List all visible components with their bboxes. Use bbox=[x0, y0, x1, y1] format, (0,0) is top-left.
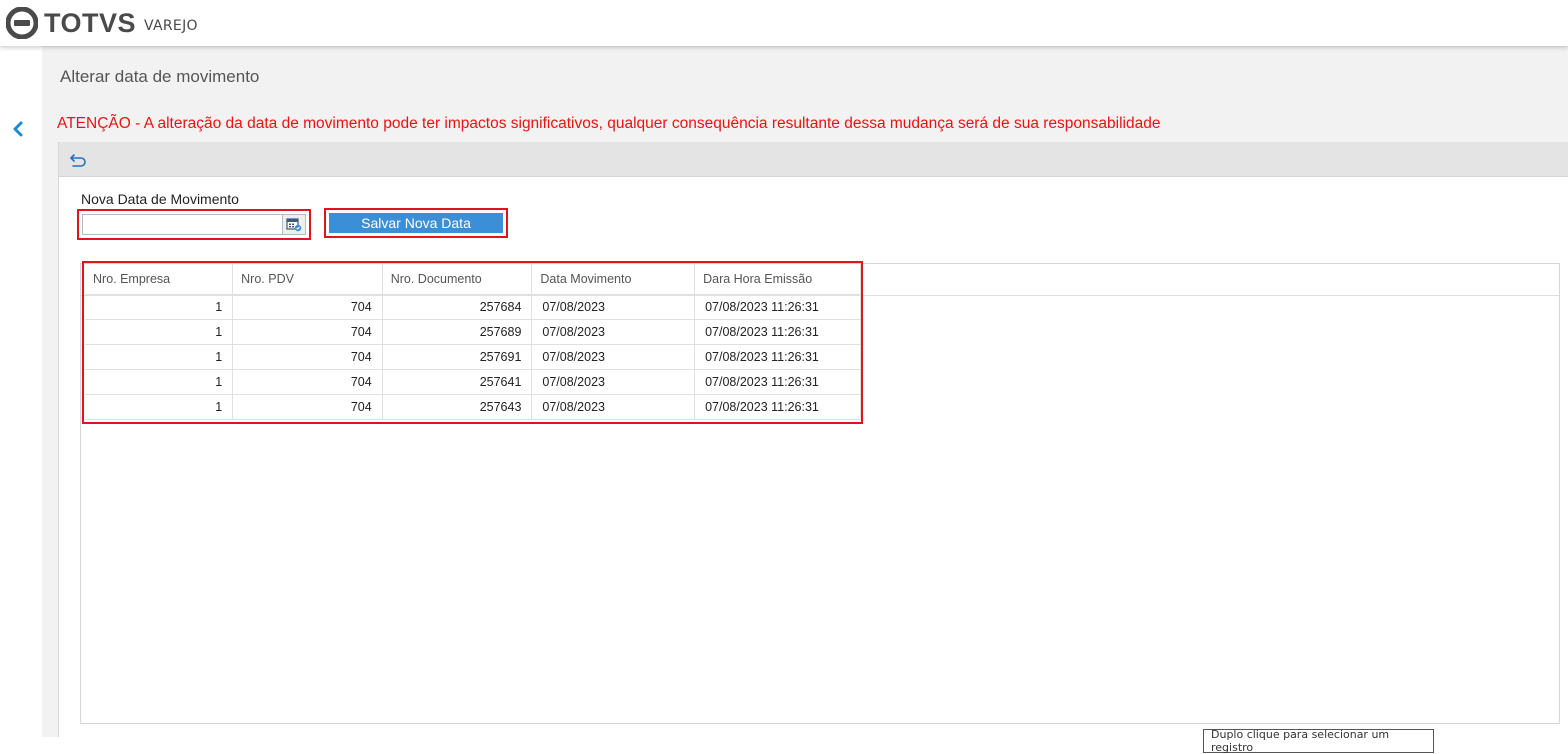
cell-documento: 257643 bbox=[382, 394, 533, 420]
form-panel: Nova Data de Movimento Salvar Nova Data bbox=[58, 142, 1568, 754]
table-highlight: Nro. Empresa Nro. PDV Nro. Documento Dat… bbox=[82, 261, 863, 424]
cell-data-movimento: 07/08/2023 bbox=[531, 344, 696, 370]
totvs-logo[interactable]: TOTVS VAREJO bbox=[6, 7, 198, 39]
column-header-pdv[interactable]: Nro. PDV bbox=[232, 264, 383, 295]
cell-pdv: 704 bbox=[232, 294, 383, 320]
cell-documento: 257684 bbox=[382, 294, 533, 320]
chevron-left-icon[interactable] bbox=[9, 119, 27, 139]
column-header-documento[interactable]: Nro. Documento bbox=[382, 264, 533, 295]
date-field-label: Nova Data de Movimento bbox=[81, 191, 239, 207]
table-row[interactable]: 1 704 257641 07/08/2023 07/08/2023 11:26… bbox=[85, 369, 861, 395]
calendar-icon bbox=[286, 218, 302, 232]
cell-data-movimento: 07/08/2023 bbox=[531, 369, 696, 395]
cell-pdv: 704 bbox=[232, 369, 383, 395]
cell-empresa: 1 bbox=[85, 369, 234, 395]
cell-data-hora-emissao: 07/08/2023 11:26:31 bbox=[694, 319, 861, 345]
cell-data-movimento: 07/08/2023 bbox=[531, 294, 696, 320]
panel-toolbar bbox=[59, 142, 1568, 177]
cell-empresa: 1 bbox=[85, 344, 234, 370]
table-row[interactable]: 1 704 257691 07/08/2023 07/08/2023 11:26… bbox=[85, 344, 861, 370]
table-row[interactable]: 1 704 257643 07/08/2023 07/08/2023 11:26… bbox=[85, 394, 861, 420]
cell-data-hora-emissao: 07/08/2023 11:26:31 bbox=[694, 294, 861, 320]
cell-empresa: 1 bbox=[85, 394, 234, 420]
documents-grid: Nro. Empresa Nro. PDV Nro. Documento Dat… bbox=[80, 261, 1560, 754]
column-header-data-hora-emissao[interactable]: Dara Hora Emissão bbox=[694, 264, 861, 295]
product-name: VAREJO bbox=[144, 18, 198, 34]
cell-data-hora-emissao: 07/08/2023 11:26:31 bbox=[694, 394, 861, 420]
table-row[interactable]: 1 704 257689 07/08/2023 07/08/2023 11:26… bbox=[85, 319, 861, 345]
calendar-button[interactable] bbox=[282, 214, 306, 235]
main-content: Alterar data de movimento ATENÇÃO - A al… bbox=[42, 46, 1568, 754]
grid-tooltip: Duplo clique para selecionar um registro bbox=[1203, 728, 1434, 754]
cell-data-hora-emissao: 07/08/2023 11:26:31 bbox=[694, 369, 861, 395]
cell-pdv: 704 bbox=[232, 319, 383, 345]
column-header-empresa[interactable]: Nro. Empresa bbox=[85, 264, 234, 295]
undo-icon[interactable] bbox=[69, 152, 87, 168]
save-button-highlight: Salvar Nova Data bbox=[324, 208, 508, 238]
cell-pdv: 704 bbox=[232, 344, 383, 370]
cell-documento: 257641 bbox=[382, 369, 533, 395]
cell-documento: 257691 bbox=[382, 344, 533, 370]
totvs-logo-icon bbox=[6, 7, 38, 39]
table-row[interactable]: 1 704 257684 07/08/2023 07/08/2023 11:26… bbox=[85, 294, 861, 320]
left-sidebar bbox=[0, 46, 42, 737]
cell-empresa: 1 bbox=[85, 319, 234, 345]
brand-name: TOTVS bbox=[44, 7, 137, 38]
cell-data-movimento: 07/08/2023 bbox=[531, 319, 696, 345]
cell-pdv: 704 bbox=[232, 394, 383, 420]
column-header-data-movimento[interactable]: Data Movimento bbox=[531, 264, 696, 295]
cell-data-movimento: 07/08/2023 bbox=[531, 394, 696, 420]
app-header: TOTVS VAREJO bbox=[0, 0, 1568, 46]
documents-table: Nro. Empresa Nro. PDV Nro. Documento Dat… bbox=[85, 264, 861, 420]
cell-empresa: 1 bbox=[85, 294, 234, 320]
warning-message: ATENÇÃO - A alteração da data de movimen… bbox=[57, 115, 1161, 132]
cell-data-hora-emissao: 07/08/2023 11:26:31 bbox=[694, 344, 861, 370]
date-field-highlight bbox=[77, 209, 311, 240]
cell-documento: 257689 bbox=[382, 319, 533, 345]
save-new-date-button[interactable]: Salvar Nova Data bbox=[329, 213, 503, 233]
date-input[interactable] bbox=[82, 214, 282, 235]
table-header: Nro. Empresa Nro. PDV Nro. Documento Dat… bbox=[85, 264, 861, 295]
page-title: Alterar data de movimento bbox=[60, 67, 260, 86]
